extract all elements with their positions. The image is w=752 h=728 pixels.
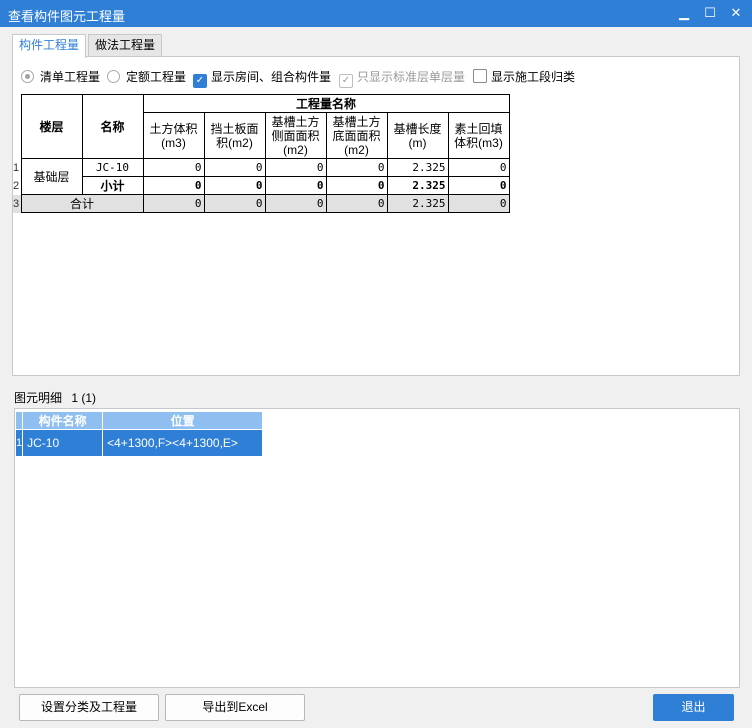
checkbox-show-rooms-label: 显示房间、组合构件量 (211, 70, 332, 84)
table-row-subtotal[interactable]: 2 小计 0 0 0 0 2.325 0 (13, 176, 510, 195)
checkbox-std-floor-label: 只显示标准层单层量 (357, 70, 466, 84)
detail-panel: 构件名称 位置 1 JC-10 <4+1300,F><4+1300,E> (14, 408, 740, 688)
title-bar: 查看构件图元工程量 ▁ ☐ ✕ (0, 0, 752, 27)
cell-value[interactable]: 2.325 (386, 194, 449, 213)
checkbox-show-rooms[interactable]: ✓ 显示房间、组合构件量 (193, 69, 332, 88)
row-number: 1 (14, 429, 24, 457)
cell-value[interactable]: 0 (325, 158, 388, 177)
header-column[interactable]: 挡土板面积(m2) (203, 112, 266, 159)
header-column[interactable]: 土方体积(m3) (142, 112, 205, 159)
cell-value[interactable]: 2.325 (386, 176, 449, 195)
cell-value[interactable]: 0 (142, 158, 205, 177)
settings-button[interactable]: 设置分类及工程量 (19, 694, 159, 721)
radio-quota-label: 定额工程量 (126, 70, 187, 84)
minimize-button[interactable]: ▁ (672, 4, 696, 22)
check-icon: ✓ (193, 74, 207, 88)
header-floor[interactable]: 楼层 (20, 94, 83, 159)
checkbox-std-floor: ✓ 只显示标准层单层量 (339, 69, 466, 88)
cell-total-label[interactable]: 合计 (20, 194, 144, 213)
checkbox-show-segments[interactable]: 显示施工段归类 (473, 69, 575, 85)
cell-value[interactable]: 0 (264, 176, 327, 195)
cell-value[interactable]: 0 (447, 158, 510, 177)
row-number: 2 (13, 179, 20, 192)
detail-label: 图元明细 (14, 391, 63, 405)
radio-list-label: 清单工程量 (40, 70, 101, 84)
radio-quota-quantity[interactable]: 定额工程量 (107, 69, 186, 85)
radio-icon (107, 70, 120, 83)
checkbox-show-segments-label: 显示施工段归类 (491, 70, 576, 84)
cell-value[interactable]: 0 (447, 176, 510, 195)
cell-value[interactable]: 0 (264, 194, 327, 213)
detail-table: 构件名称 位置 1 JC-10 <4+1300,F><4+1300,E> (14, 411, 264, 457)
radio-selected-icon (21, 70, 34, 83)
export-excel-button[interactable]: 导出到Excel (165, 694, 305, 721)
header-quantity-group: 工程量名称 (142, 94, 510, 113)
cell-value[interactable]: 0 (203, 194, 266, 213)
row-number: 3 (13, 194, 21, 213)
detail-count: 1 (1) (71, 391, 97, 405)
cell-floor[interactable]: 基础层 (20, 158, 83, 195)
quantity-table: 楼层 名称 工程量名称 土方体积(m3) 挡土板面积(m2) 基槽土方侧面面积(… (13, 94, 510, 213)
close-button[interactable]: ✕ (724, 4, 748, 22)
tab-method-quantity[interactable]: 做法工程量 (88, 34, 163, 57)
cell-value[interactable]: 0 (203, 158, 266, 177)
cell-value[interactable]: 0 (325, 194, 388, 213)
header-column[interactable]: 基槽长度(m) (386, 112, 449, 159)
check-disabled-icon: ✓ (339, 74, 353, 88)
maximize-button[interactable]: ☐ (698, 4, 722, 22)
cell-value[interactable]: 0 (142, 194, 205, 213)
exit-button[interactable]: 退出 (653, 694, 734, 721)
table-row[interactable]: 1 基础层 JC-10 0 0 0 0 2.325 0 (13, 158, 510, 195)
detail-header: 图元明细 1 (1) (14, 389, 96, 406)
header-column[interactable]: 基槽土方底面面积(m2) (325, 112, 388, 159)
tab-component-quantity[interactable]: 构件工程量 (12, 34, 87, 58)
cell-name[interactable]: 小计 (81, 176, 144, 195)
header-column[interactable]: 基槽土方侧面面积(m2) (264, 112, 327, 159)
radio-list-quantity[interactable]: 清单工程量 (21, 69, 100, 85)
row-number: 1 (13, 161, 20, 174)
header-name[interactable]: 名称 (81, 94, 144, 159)
cell-name[interactable]: JC-10 (81, 158, 144, 177)
cell-value[interactable]: 0 (203, 176, 266, 195)
header-column[interactable]: 素土回填体积(m3) (447, 112, 510, 159)
quantity-panel: 清单工程量 定额工程量 ✓ 显示房间、组合构件量 ✓ 只显示标准层单层量 显示施工段… (12, 56, 740, 376)
table-row-total[interactable]: 3 合计 0 0 0 0 2.325 0 (13, 194, 510, 213)
cell-value[interactable]: 0 (142, 176, 205, 195)
cell-value[interactable]: 0 (325, 176, 388, 195)
cell-value[interactable]: 2.325 (386, 158, 449, 177)
checkbox-empty-icon (473, 69, 487, 83)
window-title: 查看构件图元工程量 (8, 9, 126, 24)
cell-value[interactable]: 0 (264, 158, 327, 177)
cell-value[interactable]: 0 (447, 194, 510, 213)
detail-header-name[interactable]: 构件名称 (22, 411, 104, 430)
detail-cell-position[interactable]: <4+1300,F><4+1300,E> (102, 429, 264, 457)
splitter[interactable] (12, 380, 738, 385)
detail-cell-name[interactable]: JC-10 (22, 429, 104, 457)
detail-row[interactable]: 1 JC-10 <4+1300,F><4+1300,E> (14, 429, 264, 457)
detail-header-position[interactable]: 位置 (102, 411, 264, 430)
